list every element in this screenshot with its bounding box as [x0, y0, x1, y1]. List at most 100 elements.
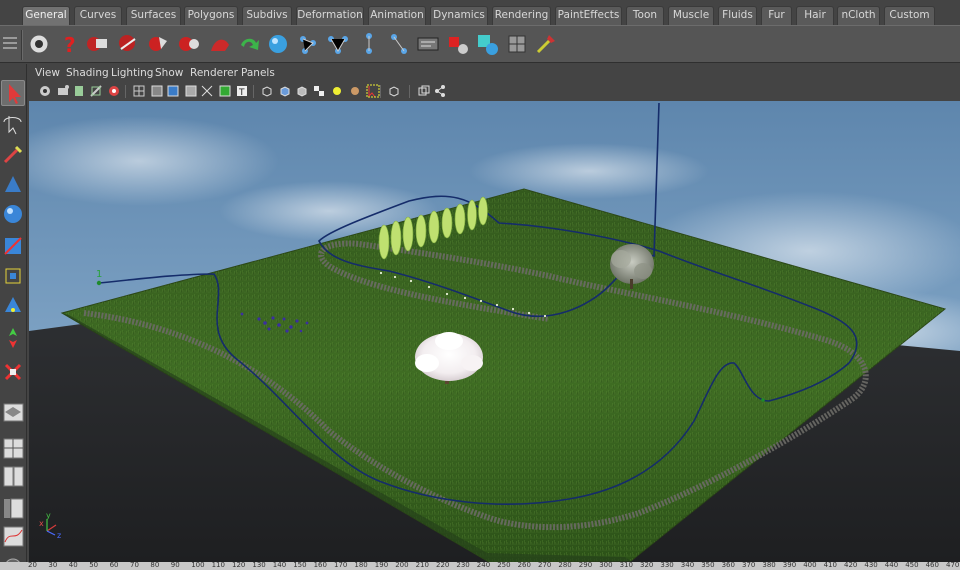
joint-chain-icon[interactable] — [386, 31, 412, 57]
timeline-tick-label: 70 — [130, 562, 139, 569]
wireframe-icon[interactable] — [150, 84, 164, 98]
rotate-sphere-icon[interactable] — [1, 202, 25, 228]
tab-curves[interactable]: Curves — [74, 6, 122, 25]
hierarchy-icon[interactable] — [433, 84, 447, 98]
timeline-tick-label: 450 — [905, 562, 919, 569]
tab-fur[interactable]: Fur — [761, 6, 792, 25]
universal-manip-icon[interactable] — [1, 264, 25, 290]
tab-subdivs[interactable]: Subdivs — [242, 6, 292, 25]
persp-outliner-icon[interactable] — [1, 496, 25, 522]
panel-menu-show[interactable]: Show — [155, 67, 183, 79]
timeline-tick-label: 430 — [864, 562, 878, 569]
toolbar-separator — [253, 85, 254, 98]
timeline-tick-label: 420 — [844, 562, 858, 569]
timeline-tick-label: 440 — [884, 562, 899, 569]
viewport-scene[interactable]: 1 x y z — [29, 101, 960, 562]
use-lights-icon[interactable] — [330, 84, 344, 98]
soft-mod-icon[interactable] — [1, 294, 25, 320]
smooth-shade-icon[interactable] — [166, 84, 180, 98]
undo-arrow-icon[interactable] — [236, 31, 262, 57]
bookmark-icon[interactable] — [72, 84, 86, 98]
help-icon[interactable]: ? — [56, 31, 82, 57]
tab-toon[interactable]: Toon — [626, 6, 664, 25]
xray-joints-icon[interactable] — [387, 84, 401, 98]
select-arrow-icon[interactable] — [1, 80, 25, 106]
curve-end-point[interactable] — [761, 398, 765, 402]
tab-hair[interactable]: Hair — [796, 6, 834, 25]
film-gate-icon[interactable] — [107, 84, 121, 98]
camera-attributes-icon[interactable] — [56, 84, 70, 98]
show-manip-icon[interactable] — [1, 326, 25, 352]
hypergraph-icon[interactable] — [415, 31, 441, 57]
tab-painteffects[interactable]: PaintEffects — [555, 6, 622, 25]
tab-muscle[interactable]: Muscle — [668, 6, 714, 25]
timeline-tick-label: 180 — [354, 562, 368, 569]
time-slider[interactable]: 20 30 40 50 60 70 80 90 100 110 120 130 140 150 160 170… — [0, 562, 960, 570]
sphere-primitive-icon[interactable] — [265, 31, 291, 57]
tab-fluids[interactable]: Fluids — [718, 6, 757, 25]
text-icon[interactable]: T — [235, 84, 249, 98]
checker-icon[interactable] — [312, 84, 326, 98]
texture-icon[interactable] — [218, 84, 232, 98]
timeline-tick-label: 220 — [436, 562, 450, 569]
timeline-tick-label: 230 — [456, 562, 470, 569]
tab-rendering[interactable]: Rendering — [492, 6, 551, 25]
timeline-tick-label: 280 — [558, 562, 572, 569]
tab-deformation[interactable]: Deformation — [296, 6, 364, 25]
four-pane-icon[interactable] — [1, 436, 25, 462]
shaded-cube-icon[interactable] — [278, 84, 292, 98]
panel-menu-shading[interactable]: Shading — [66, 67, 109, 79]
scale-cube-icon[interactable] — [1, 234, 25, 260]
move-icon[interactable] — [1, 172, 25, 198]
isolate-select-icon[interactable] — [366, 84, 380, 98]
camera-select-icon[interactable] — [38, 84, 52, 98]
lattice-icon[interactable] — [504, 31, 530, 57]
xray-icon[interactable] — [200, 84, 214, 98]
perspective-viewport[interactable]: 1 x y z — [29, 101, 960, 562]
last-tool-icon[interactable] — [1, 360, 25, 386]
tab-ncloth[interactable]: nCloth — [837, 6, 880, 25]
tab-polygons[interactable]: Polygons — [184, 6, 238, 25]
flat-shade-icon[interactable] — [184, 84, 198, 98]
side-by-side-icon[interactable] — [1, 464, 25, 490]
render-settings-icon[interactable] — [84, 31, 110, 57]
panel-menu-panels[interactable]: Panels — [241, 67, 275, 79]
panel-menu-view[interactable]: View — [35, 67, 60, 79]
render-camera-icon[interactable] — [26, 31, 52, 57]
backface-icon[interactable] — [417, 84, 431, 98]
cube-sphere-icon[interactable] — [474, 31, 500, 57]
tab-dynamics[interactable]: Dynamics — [430, 6, 488, 25]
skeleton-icon[interactable] — [356, 31, 382, 57]
curve-start-point[interactable] — [96, 280, 102, 286]
joint-hierarchy-icon[interactable] — [295, 31, 321, 57]
panel-menu-lighting[interactable]: Lighting — [111, 67, 153, 79]
paint-select-icon[interactable] — [1, 142, 25, 168]
tab-custom[interactable]: Custom — [884, 6, 935, 25]
render-view-icon[interactable] — [176, 31, 202, 57]
paint-brush-icon[interactable] — [533, 31, 559, 57]
shelf-menu-icon[interactable] — [3, 34, 17, 56]
timeline-tick-label: 100 — [191, 562, 205, 569]
graph-editor-icon[interactable] — [1, 524, 25, 550]
grid-icon[interactable] — [132, 84, 146, 98]
lasso-select-icon[interactable] — [1, 112, 25, 138]
ik-handle-icon[interactable] — [325, 31, 351, 57]
single-pane-icon[interactable] — [1, 400, 25, 426]
paint-weights-icon[interactable] — [445, 31, 471, 57]
wireframe-cube-icon[interactable] — [260, 84, 274, 98]
batch-render-icon[interactable] — [145, 31, 171, 57]
timeline-tick-label: 80 — [150, 562, 160, 569]
timeline-tick-label: 160 — [313, 562, 327, 569]
panel-toolbar: T — [29, 83, 960, 101]
svg-text:y: y — [46, 511, 51, 520]
tab-general[interactable]: General — [22, 6, 70, 25]
panel-menu-renderer[interactable]: Renderer — [190, 67, 238, 79]
tab-surfaces[interactable]: Surfaces — [126, 6, 181, 25]
default-material-icon[interactable] — [295, 84, 309, 98]
image-plane-icon[interactable] — [89, 84, 103, 98]
tab-animation[interactable]: Animation — [368, 6, 426, 25]
paint-effects-icon[interactable] — [207, 31, 233, 57]
svg-text:x: x — [39, 519, 44, 528]
shadows-icon[interactable] — [348, 84, 362, 98]
ipr-render-icon[interactable] — [115, 31, 141, 57]
